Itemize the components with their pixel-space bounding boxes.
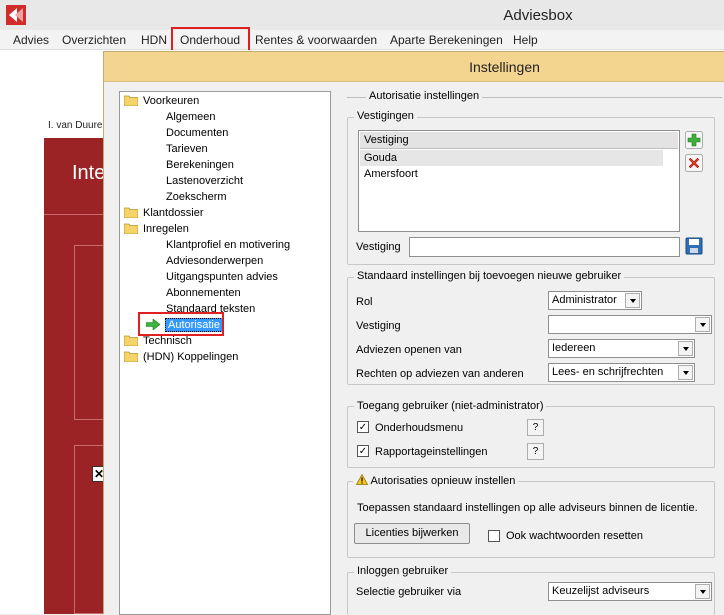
warning-icon xyxy=(355,473,369,485)
rol-select[interactable]: Administrator xyxy=(548,291,642,310)
vestiging-input[interactable] xyxy=(409,237,680,257)
tree-folder-hdn-koppelingen[interactable]: (HDN) Koppelingen xyxy=(124,350,238,365)
onderhoudsmenu-help-button[interactable]: ? xyxy=(527,419,544,436)
user-name: I. van Duure xyxy=(48,120,103,131)
tree-item-lastenoverzicht[interactable]: Lastenoverzicht xyxy=(166,174,243,189)
tree-item-algemeen[interactable]: Algemeen xyxy=(166,110,216,125)
highlight-autorisatie-annotation xyxy=(138,312,224,336)
vestigingen-grid[interactable]: Vestiging Gouda Amersfoort xyxy=(358,130,680,232)
menu-overzichten[interactable]: Overzichten xyxy=(62,33,126,47)
licenties-bijwerken-button[interactable]: Licenties bijwerken xyxy=(354,523,470,544)
vestigingen-group-title: Vestigingen xyxy=(354,110,417,122)
selectie-gebruiker-select[interactable]: Keuzelijst adviseurs xyxy=(548,582,712,601)
menu-bar: Advies Overzichten HDN Onderhoud Rentes … xyxy=(0,30,724,50)
dialog-titlebar: Instellingen xyxy=(104,52,724,82)
tree-item-documenten[interactable]: Documenten xyxy=(166,126,228,141)
onderhoudsmenu-checkbox[interactable]: ✓ xyxy=(357,421,369,433)
tree-item-berekeningen[interactable]: Berekeningen xyxy=(166,158,234,173)
folder-icon xyxy=(124,207,138,218)
toegang-group-title: Toegang gebruiker (niet-administrator) xyxy=(354,400,547,412)
rol-label: Rol xyxy=(356,296,373,308)
menu-aparte-berekeningen[interactable]: Aparte Berekeningen xyxy=(390,33,503,47)
grid-row[interactable]: Amersfoort xyxy=(360,166,663,182)
wachtwoorden-resetten-label: Ook wachtwoorden resetten xyxy=(506,530,643,542)
brand-panel-title: Inte xyxy=(72,162,106,184)
tree-item-uitgangspunten[interactable]: Uitgangspunten advies xyxy=(166,270,278,285)
grid-column-vestiging[interactable]: Vestiging xyxy=(360,132,678,149)
app-title: Adviesbox xyxy=(503,7,573,24)
menu-hdn[interactable]: HDN xyxy=(141,33,167,47)
selectie-gebruiker-label: Selectie gebruiker via xyxy=(356,586,462,598)
tree-item-adviesonderwerpen[interactable]: Adviesonderwerpen xyxy=(166,254,263,269)
tree-item-klantprofiel[interactable]: Klantprofiel en motivering xyxy=(166,238,290,253)
tree-folder-klantdossier[interactable]: Klantdossier xyxy=(124,206,204,221)
app-titlebar: Adviesbox xyxy=(0,0,724,30)
settings-tree[interactable]: Voorkeuren Algemeen Documenten Tarieven … xyxy=(119,91,331,615)
wachtwoorden-resetten-checkbox[interactable] xyxy=(488,530,500,542)
standaard-vestiging-label: Vestiging xyxy=(356,320,401,332)
folder-icon xyxy=(124,95,138,106)
rechten-select[interactable]: Lees- en schrijfrechten xyxy=(548,363,695,382)
tree-item-abonnementen[interactable]: Abonnementen xyxy=(166,286,241,301)
folder-icon xyxy=(124,351,138,362)
grid-row[interactable]: Gouda xyxy=(360,150,663,166)
adviezen-openen-select[interactable]: Iedereen xyxy=(548,339,695,358)
chevron-down-icon[interactable] xyxy=(695,584,710,599)
menu-advies[interactable]: Advies xyxy=(13,33,49,47)
tree-folder-voorkeuren[interactable]: Voorkeuren xyxy=(124,94,199,109)
dialog-title: Instellingen xyxy=(469,59,540,75)
rapportage-checkbox[interactable]: ✓ xyxy=(357,445,369,457)
adviezen-openen-label: Adviezen openen van xyxy=(356,344,462,356)
chevron-down-icon[interactable] xyxy=(625,293,640,308)
tree-folder-inregelen[interactable]: Inregelen xyxy=(124,222,189,237)
rapportage-label: Rapportageinstellingen xyxy=(375,446,488,458)
rechten-label: Rechten op adviezen van anderen xyxy=(356,368,524,380)
opnieuw-description: Toepassen standaard instellingen op alle… xyxy=(357,502,698,514)
delete-icon[interactable] xyxy=(685,154,703,172)
opnieuw-group-title: Autorisaties opnieuw instellen xyxy=(353,473,519,487)
chevron-down-icon[interactable] xyxy=(678,365,693,380)
tree-folder-technisch[interactable]: Technisch xyxy=(124,334,192,349)
brand-panel-box xyxy=(74,245,106,420)
standaard-group-title: Standaard instellingen bij toevoegen nie… xyxy=(354,270,625,282)
menu-rentes-voorwaarden[interactable]: Rentes & voorwaarden xyxy=(255,33,377,47)
tree-item-tarieven[interactable]: Tarieven xyxy=(166,142,208,157)
tree-item-zoekscherm[interactable]: Zoekscherm xyxy=(166,190,227,205)
instellingen-dialog: Instellingen Voorkeuren Algemeen Documen… xyxy=(103,51,724,615)
folder-icon xyxy=(124,335,138,346)
chevron-down-icon[interactable] xyxy=(678,341,693,356)
folder-icon xyxy=(124,223,138,234)
standaard-vestiging-select[interactable] xyxy=(548,315,712,334)
save-icon[interactable] xyxy=(685,237,703,255)
opnieuw-group xyxy=(347,481,715,558)
brand-panel-divider xyxy=(44,214,106,215)
section-title: Autorisatie instellingen xyxy=(366,90,483,102)
inloggen-group-title: Inloggen gebruiker xyxy=(354,565,452,577)
menu-help[interactable]: Help xyxy=(513,33,538,47)
rapportage-help-button[interactable]: ? xyxy=(527,443,544,460)
onderhoudsmenu-label: Onderhoudsmenu xyxy=(375,422,464,434)
add-icon[interactable] xyxy=(685,131,703,149)
chevron-down-icon[interactable] xyxy=(695,317,710,332)
vestiging-field-label: Vestiging xyxy=(356,241,401,253)
